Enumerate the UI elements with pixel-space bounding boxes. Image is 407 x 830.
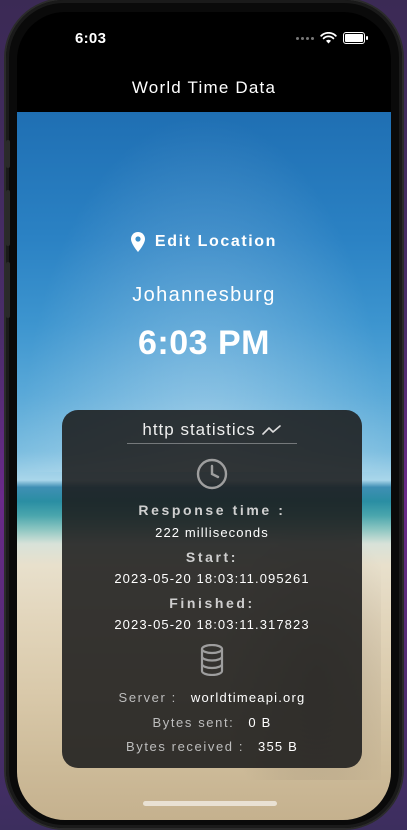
bytes-sent-row: Bytes sent: 0 B — [62, 715, 362, 730]
bytes-received-label: Bytes received : — [125, 739, 245, 754]
wifi-icon — [320, 32, 337, 44]
status-time: 6:03 — [75, 30, 107, 47]
trending-line-icon — [261, 425, 281, 435]
http-statistics-card: http statistics Response time : 222 mill… — [62, 410, 362, 768]
http-statistics-title: http statistics — [142, 420, 256, 439]
volume-up-button — [6, 190, 10, 246]
finished-value: 2023-05-20 18:03:11.317823 — [114, 617, 310, 632]
http-statistics-header[interactable]: http statistics — [127, 420, 297, 444]
status-bar: 6:03 — [17, 12, 391, 68]
edit-location-button[interactable]: Edit Location — [17, 232, 391, 252]
side-button — [6, 140, 10, 168]
bytes-received-value: 355 B — [258, 739, 299, 754]
local-time: 6:03 PM — [138, 324, 270, 362]
start-label: Start: — [185, 549, 239, 565]
nav-title: World Time Data — [131, 78, 277, 97]
database-icon — [200, 644, 224, 676]
clock-icon — [196, 458, 228, 490]
bytes-sent-value: 0 B — [248, 715, 272, 730]
response-time-label: Response time : — [138, 502, 286, 518]
content-area: Edit Location Johannesburg 6:03 PM http … — [17, 112, 391, 820]
server-value: worldtimeapi.org — [190, 690, 306, 705]
server-label: Server : — [118, 690, 177, 705]
edit-location-label: Edit Location — [154, 233, 278, 250]
bytes-sent-label: Bytes sent: — [152, 715, 235, 730]
location-pin-icon — [130, 232, 145, 252]
volume-down-button — [6, 262, 10, 318]
response-time-value: 222 milliseconds — [155, 525, 269, 540]
app-screen: 6:03 World Time Data Edit Location Johan… — [17, 12, 391, 820]
battery-icon — [343, 32, 368, 44]
bytes-received-row: Bytes received : 355 B — [62, 739, 362, 754]
start-value: 2023-05-20 18:03:11.095261 — [114, 571, 310, 586]
phone-frame: 6:03 World Time Data Edit Location Johan… — [6, 0, 402, 828]
status-icons — [296, 32, 368, 44]
home-indicator[interactable] — [143, 801, 277, 806]
finished-label: Finished: — [169, 595, 255, 611]
signal-icon — [296, 36, 314, 40]
city-name: Johannesburg — [132, 284, 276, 306]
server-row: Server : worldtimeapi.org — [62, 690, 362, 705]
